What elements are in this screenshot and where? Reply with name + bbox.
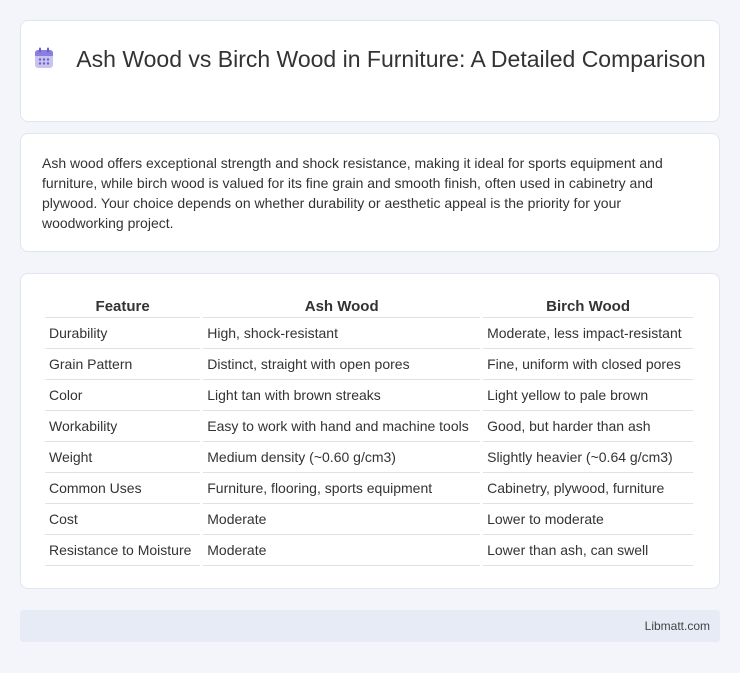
table-cell: Moderate: [203, 504, 481, 535]
footer: Libmatt.com: [20, 610, 720, 642]
table-cell: Durability: [45, 318, 201, 349]
table-cell: Good, but harder than ash: [483, 411, 693, 442]
table-cell: Easy to work with hand and machine tools: [203, 411, 481, 442]
table-cell: Weight: [45, 442, 201, 473]
table-cell: Common Uses: [45, 473, 201, 504]
table-cell: Lower than ash, can swell: [483, 535, 693, 566]
intro-card: Ash wood offers exceptional strength and…: [20, 133, 720, 252]
table-cell: Color: [45, 380, 201, 411]
table-cell: Cabinetry, plywood, furniture: [483, 473, 693, 504]
table-cell: Resistance to Moisture: [45, 535, 201, 566]
table-row: Resistance to Moisture Moderate Lower than…: [45, 535, 693, 566]
column-header: Birch Wood: [483, 296, 693, 318]
table-row: Weight Medium density (~0.60 g/cm3) Slight…: [45, 442, 693, 473]
table-cell: High, shock-resistant: [203, 318, 481, 349]
table-header-row: Feature Ash Wood Birch Wood: [45, 296, 693, 318]
table-cell: Lower to moderate: [483, 504, 693, 535]
table-cell: Furniture, flooring, sports equipment: [203, 473, 481, 504]
table-cell: Workability: [45, 411, 201, 442]
table-row: Workability Easy to work with hand and ma…: [45, 411, 693, 442]
table-cell: Distinct, straight with open pores: [203, 349, 481, 380]
table-row: Durability High, shock-resistant Moderate,…: [45, 318, 693, 349]
table-row: Cost Moderate Lower to moderate: [45, 504, 693, 535]
table-cell: Medium density (~0.60 g/cm3): [203, 442, 481, 473]
table-cell: Moderate, less impact-resistant: [483, 318, 693, 349]
table-row: Grain Pattern Distinct, straight with ope…: [45, 349, 693, 380]
comparison-table-card: Feature Ash Wood Birch Wood Durability High…: [20, 273, 720, 589]
table-cell: Moderate: [203, 535, 481, 566]
column-header: Ash Wood: [203, 296, 481, 318]
intro-paragraph: Ash wood offers exceptional strength and…: [42, 155, 663, 231]
footer-site-link[interactable]: Libmatt.com: [645, 619, 710, 633]
table-cell: Light yellow to pale brown: [483, 380, 693, 411]
page-title-text: Ash Wood vs Birch Wood in Furniture: A D…: [76, 46, 706, 72]
table-cell: Grain Pattern: [45, 349, 201, 380]
table-row: Color Light tan with brown streaks Light y…: [45, 380, 693, 411]
table-cell: Fine, uniform with closed pores: [483, 349, 693, 380]
table-cell: Light tan with brown streaks: [203, 380, 481, 411]
column-header: Feature: [45, 296, 201, 318]
table-cell: Slightly heavier (~0.64 g/cm3): [483, 442, 693, 473]
page-title: Ash Wood vs Birch Wood in Furniture: A D…: [21, 45, 719, 74]
calendar-icon: [34, 47, 54, 69]
table-row: Common Uses Furniture, flooring, sports e…: [45, 473, 693, 504]
comparison-table: Feature Ash Wood Birch Wood Durability High…: [42, 296, 696, 566]
table-cell: Cost: [45, 504, 201, 535]
header-card: Ash Wood vs Birch Wood in Furniture: A D…: [20, 20, 720, 122]
